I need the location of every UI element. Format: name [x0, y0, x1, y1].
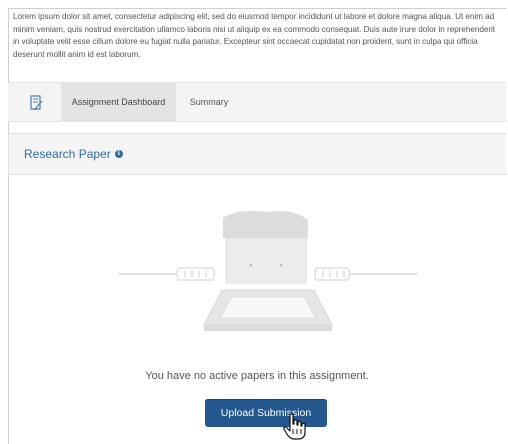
tab-bar: Assignment Dashboard Summary: [8, 82, 506, 122]
tab-summary[interactable]: Summary: [178, 83, 240, 121]
hand-cursor-icon: [283, 413, 306, 440]
empty-state-message: You have no active papers in this assign…: [145, 370, 369, 382]
empty-tray-person-illustration: [118, 210, 418, 331]
paper-title: Research Paper: [24, 147, 111, 161]
tab-assignment-dashboard-label: Assignment Dashboard: [71, 97, 166, 107]
paper-header: Research Paper i: [8, 133, 506, 175]
info-icon[interactable]: i: [114, 150, 123, 158]
upload-submission-button[interactable]: Upload Submission: [205, 399, 327, 427]
tab-summary-label: Summary: [189, 97, 229, 107]
assignment-icon[interactable]: [26, 93, 46, 113]
tab-assignment-dashboard[interactable]: Assignment Dashboard: [61, 83, 176, 121]
intro-paragraph: Lorem ipsum dolor sit amet, consectetur …: [13, 12, 496, 59]
